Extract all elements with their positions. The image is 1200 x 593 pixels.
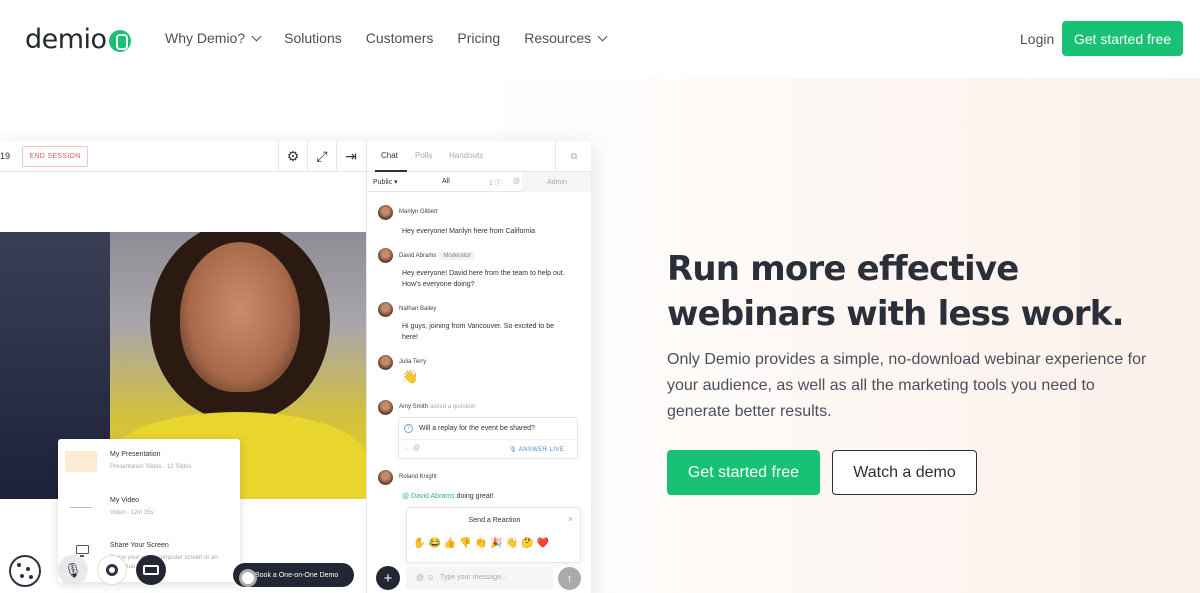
nav-get-started-button[interactable]: Get started free xyxy=(1062,21,1183,56)
expand-icon[interactable]: ⤢ xyxy=(307,141,336,172)
message-text: @ David Abrams doing great! xyxy=(402,491,567,502)
hero-subtitle: Only Demio provides a simple, no-downloa… xyxy=(667,351,1147,420)
author-name: David Abrams xyxy=(399,253,437,259)
screen-share-icon[interactable] xyxy=(136,555,166,585)
chat-message-input[interactable]: @ ☺ Type your message... xyxy=(406,567,553,589)
moderator-badge: Moderator xyxy=(439,252,475,260)
public-label: Public xyxy=(373,179,393,186)
nav-links: Why Demio? Solutions Customers Pricing R… xyxy=(165,30,630,46)
mention-link[interactable]: @ David Abrams xyxy=(402,493,455,500)
more-icon[interactable]: ··· @ xyxy=(404,445,420,452)
question-text: Will a replay for the event be shared? xyxy=(419,425,535,432)
login-link[interactable]: Login xyxy=(1020,31,1054,47)
cookie-settings-icon[interactable] xyxy=(9,555,41,587)
camera-glyph xyxy=(106,564,118,576)
message-text-tail: doing great! xyxy=(454,493,494,500)
menu-item-presentation[interactable]: My Presentation Presentation Slides - 12… xyxy=(58,439,240,485)
demio-logo[interactable]: demio xyxy=(25,24,131,55)
watch-demo-button[interactable]: Watch a demo xyxy=(832,450,977,495)
hero-title: Run more effective webinars with less wo… xyxy=(667,249,1125,334)
mention-icon[interactable]: @ xyxy=(513,178,520,185)
message-text: Hey everyone! Marilyn here from Californ… xyxy=(402,228,536,235)
nav-link-resources[interactable]: Resources xyxy=(524,30,608,46)
menu-item-video[interactable]: My Video Video - 12m 35s xyxy=(58,485,240,531)
close-icon[interactable]: × xyxy=(568,514,573,524)
monitor-icon xyxy=(76,545,89,557)
popout-icon[interactable]: ⧉ xyxy=(555,141,591,172)
chat-filter-bar: Public ▾ All 1 ⓘ @ Admin xyxy=(367,172,591,192)
video-face xyxy=(180,242,300,392)
chevron-down-icon xyxy=(251,31,262,41)
avatar xyxy=(378,205,393,220)
nav-link-pricing[interactable]: Pricing xyxy=(457,30,500,46)
nav-link-label: Resources xyxy=(524,30,592,46)
message-meta: asked a question xyxy=(430,404,476,410)
get-started-button[interactable]: Get started free xyxy=(667,450,820,495)
presentation-thumbnail-icon xyxy=(65,451,97,472)
nav-link-why-demio[interactable]: Why Demio? xyxy=(165,30,262,46)
menu-item-subtitle: Presentation Slides - 12 Slides xyxy=(110,464,192,470)
end-session-button[interactable]: END SESSION xyxy=(22,146,88,167)
reaction-title: Send a Reaction xyxy=(468,517,521,524)
message-author: Julia Terry xyxy=(399,359,427,365)
avatar xyxy=(378,302,393,317)
message-author: Roland Knight xyxy=(399,474,437,480)
nav-link-solutions[interactable]: Solutions xyxy=(284,30,342,46)
menu-item-subtitle: Video - 12m 35s xyxy=(110,510,154,516)
chevron-down-icon xyxy=(597,31,608,41)
question-count-value: 1 xyxy=(489,180,493,187)
answer-live-label: ANSWER LIVE xyxy=(518,447,565,453)
filter-all[interactable]: All xyxy=(442,178,450,185)
filter-admin[interactable]: Admin xyxy=(522,172,591,192)
gear-icon[interactable]: ⚙ xyxy=(278,141,307,172)
menu-item-title: My Presentation xyxy=(110,451,161,458)
tab-handouts[interactable]: Handouts xyxy=(449,151,483,160)
answer-live-button[interactable]: 🎙 ANSWER LIVE xyxy=(509,446,564,453)
camera-icon[interactable] xyxy=(97,555,127,585)
tab-polls[interactable]: Polls xyxy=(415,151,432,160)
stage-toolbar: 19 END SESSION ⚙ ⤢ ⇥ xyxy=(0,141,368,172)
microphone-icon[interactable]: 🎙 xyxy=(58,555,88,585)
top-nav: demio Why Demio? Solutions Customers Pri… xyxy=(0,0,1200,78)
menu-item-title: My Video xyxy=(110,497,140,504)
session-timer: 19 xyxy=(0,151,11,161)
message-text: Hi guys, joining from Vancouver. So exci… xyxy=(402,323,555,341)
message-author: Marilyn Gilbert xyxy=(399,209,438,215)
menu-item-title: Share Your Screen xyxy=(110,542,169,549)
nav-link-customers[interactable]: Customers xyxy=(366,30,434,46)
question-card: ? Will a replay for the event be shared?… xyxy=(398,417,579,459)
nav-link-label: Why Demio? xyxy=(165,30,246,46)
author-name: Amy Smith xyxy=(399,404,429,410)
avatar xyxy=(378,355,393,370)
message-author: Amy Smith asked a question xyxy=(399,404,475,410)
video-stage: My Presentation Presentation Slides - 12… xyxy=(0,172,368,593)
message-author: David Abrams Moderator xyxy=(399,252,475,260)
send-icon[interactable]: ↑ xyxy=(558,567,581,590)
message-text: Hey everyone! David here from the team t… xyxy=(402,270,565,288)
question-count[interactable]: 1 ⓘ xyxy=(489,178,502,188)
chat-tabs: Chat Polls Handouts ⧉ xyxy=(367,141,591,172)
question-icon: ? xyxy=(404,424,413,433)
logo-mark-icon xyxy=(108,29,131,52)
wave-emoji: 👋 xyxy=(402,369,419,384)
reaction-picker: Send a Reaction × ✋😂👍👎👏🎉👋🤔❤️ xyxy=(406,507,581,563)
tab-chat[interactable]: Chat xyxy=(381,151,398,160)
message-author: Nathan Bailey xyxy=(399,306,437,312)
menu-item-subtitle: Share your entire computer screen or an … xyxy=(110,555,218,570)
video-thumbnail-icon xyxy=(70,507,92,508)
logo-text: demio xyxy=(25,24,107,55)
avatar xyxy=(378,470,393,485)
avatar xyxy=(378,400,393,415)
microphone-glyph: 🎙 xyxy=(64,561,82,578)
emoji-icon[interactable]: @ ☺ xyxy=(416,573,435,582)
chat-input-placeholder: Type your message... xyxy=(440,574,507,581)
avatar xyxy=(378,248,393,263)
exit-icon[interactable]: ⇥ xyxy=(336,141,365,172)
question-actions: ··· @ 🎙 ANSWER LIVE xyxy=(399,439,579,459)
reaction-emoji-row[interactable]: ✋😂👍👎👏🎉👋🤔❤️ xyxy=(413,538,552,549)
public-dropdown[interactable]: Public ▾ xyxy=(373,178,398,186)
screen-glyph xyxy=(143,565,159,575)
add-button[interactable]: + xyxy=(376,566,400,590)
book-demo-button[interactable]: Book a One-on-One Demo xyxy=(233,563,354,587)
